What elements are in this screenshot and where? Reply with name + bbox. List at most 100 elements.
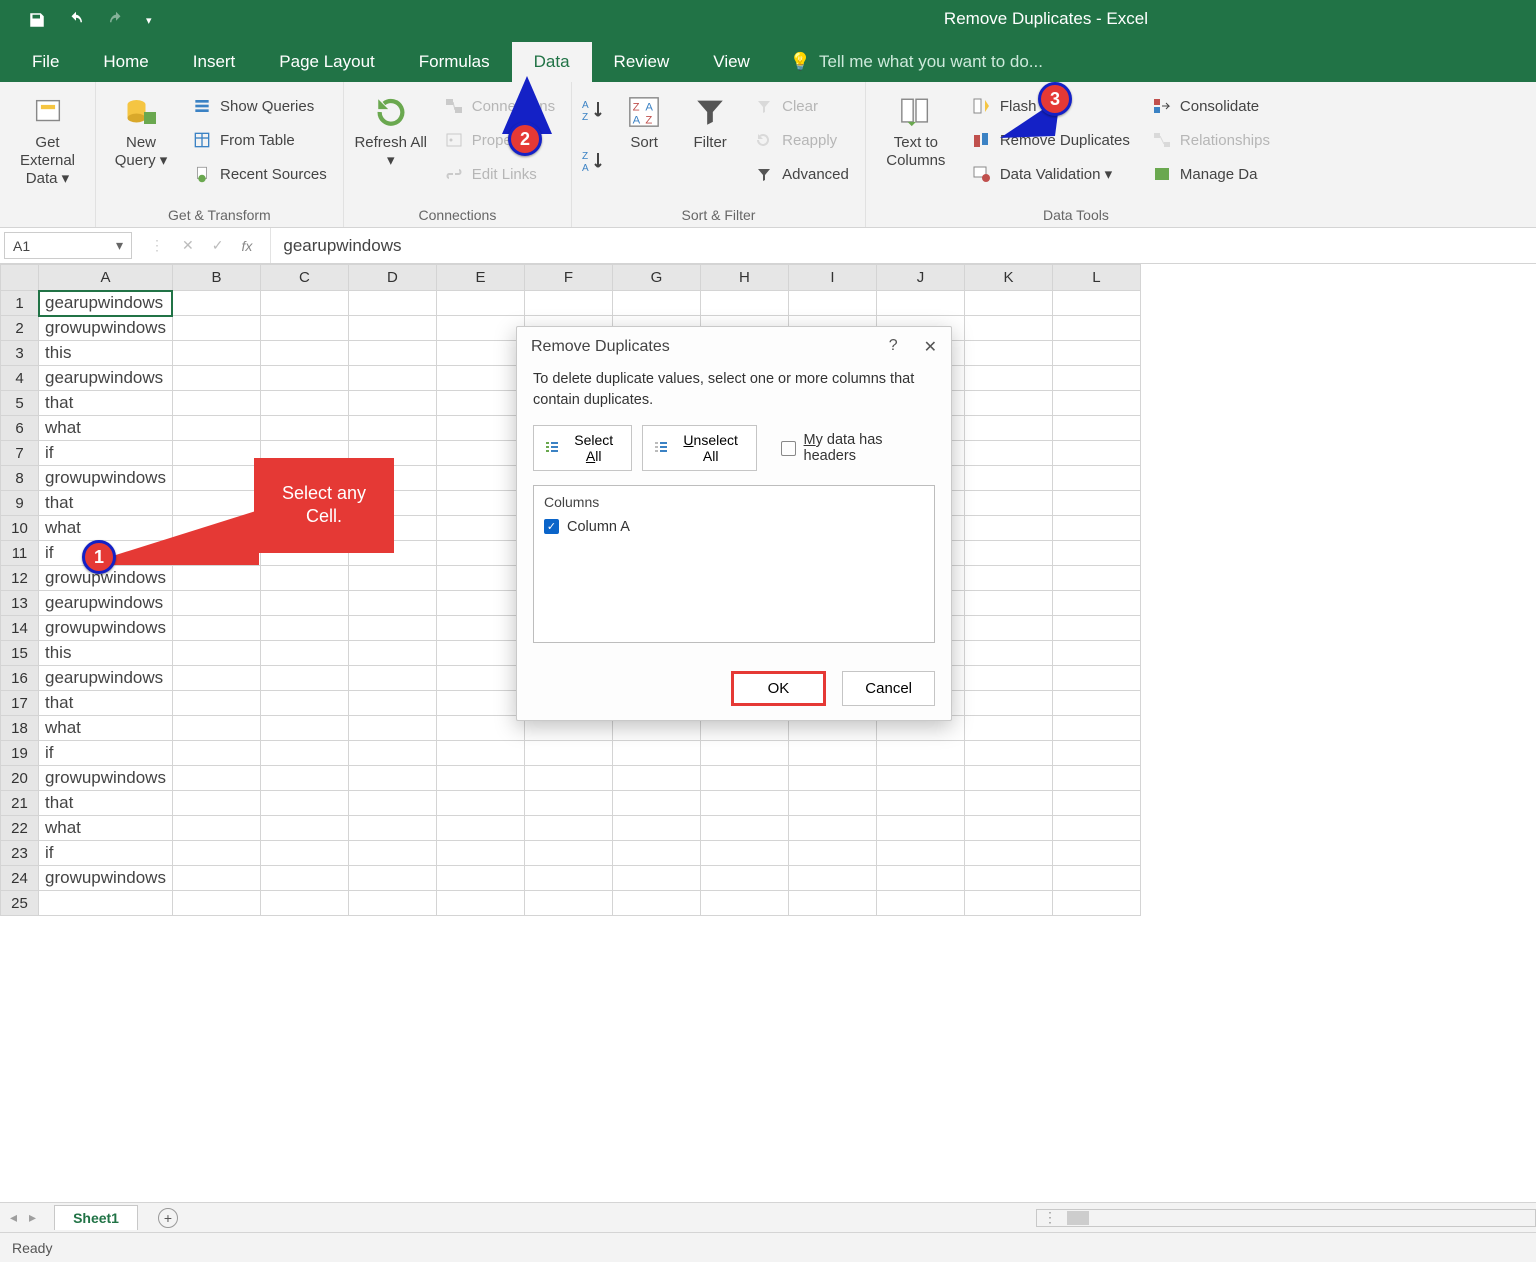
tab-file[interactable]: File: [10, 42, 81, 82]
tab-view[interactable]: View: [691, 42, 772, 82]
cell[interactable]: [260, 391, 348, 416]
cell[interactable]: what: [39, 516, 173, 541]
cell[interactable]: [964, 691, 1052, 716]
cell[interactable]: [436, 541, 524, 566]
text-to-columns-button[interactable]: Text to Columns: [876, 88, 956, 170]
tab-home[interactable]: Home: [81, 42, 170, 82]
formula-menu-icon[interactable]: ⋮: [150, 237, 164, 254]
cell[interactable]: [1052, 566, 1140, 591]
cell[interactable]: [172, 591, 260, 616]
cell[interactable]: [172, 366, 260, 391]
cell[interactable]: [964, 416, 1052, 441]
cell[interactable]: growupwindows: [39, 316, 173, 341]
cell[interactable]: [612, 841, 700, 866]
cell[interactable]: this: [39, 341, 173, 366]
tab-insert[interactable]: Insert: [171, 42, 258, 82]
cell[interactable]: [172, 391, 260, 416]
column-header[interactable]: L: [1052, 265, 1140, 291]
cell[interactable]: [172, 841, 260, 866]
cell[interactable]: growupwindows: [39, 766, 173, 791]
cell[interactable]: [172, 441, 260, 466]
cell[interactable]: [524, 891, 612, 916]
sheet-nav-prev-icon[interactable]: ◂: [10, 1209, 17, 1226]
dialog-close-icon[interactable]: ✕: [924, 337, 937, 357]
cell[interactable]: [964, 541, 1052, 566]
manage-data-button[interactable]: Manage Da: [1146, 160, 1276, 188]
redo-icon[interactable]: [106, 11, 126, 29]
cell[interactable]: [964, 641, 1052, 666]
cell[interactable]: [436, 691, 524, 716]
advanced-button[interactable]: Advanced: [748, 160, 855, 188]
cell[interactable]: [348, 316, 436, 341]
cell[interactable]: if: [39, 441, 173, 466]
row-header[interactable]: 17: [1, 691, 39, 716]
tab-review[interactable]: Review: [592, 42, 692, 82]
cell[interactable]: [1052, 841, 1140, 866]
cell[interactable]: gearupwindows: [39, 291, 173, 316]
cell[interactable]: [348, 666, 436, 691]
cell[interactable]: [260, 791, 348, 816]
cell[interactable]: [260, 291, 348, 316]
tab-page-layout[interactable]: Page Layout: [257, 42, 396, 82]
cell[interactable]: [348, 616, 436, 641]
cell[interactable]: [260, 341, 348, 366]
cell[interactable]: gearupwindows: [39, 591, 173, 616]
cell[interactable]: [876, 291, 964, 316]
cell[interactable]: [1052, 591, 1140, 616]
cell[interactable]: [1052, 891, 1140, 916]
column-header[interactable]: H: [700, 265, 788, 291]
cell[interactable]: [260, 366, 348, 391]
row-header[interactable]: 22: [1, 816, 39, 841]
cell[interactable]: [436, 316, 524, 341]
cell[interactable]: [964, 791, 1052, 816]
cell[interactable]: [1052, 866, 1140, 891]
cell[interactable]: [524, 291, 612, 316]
cell[interactable]: what: [39, 416, 173, 441]
cell[interactable]: [1052, 341, 1140, 366]
cell[interactable]: [1052, 391, 1140, 416]
cell[interactable]: [260, 691, 348, 716]
cell[interactable]: that: [39, 791, 173, 816]
cell[interactable]: [612, 816, 700, 841]
cell[interactable]: [172, 666, 260, 691]
cell[interactable]: [876, 741, 964, 766]
scrollbar-thumb[interactable]: [1067, 1211, 1089, 1225]
select-all-button[interactable]: Select All: [533, 425, 632, 471]
cell[interactable]: [964, 466, 1052, 491]
cell[interactable]: [524, 791, 612, 816]
cell[interactable]: [700, 766, 788, 791]
column-header[interactable]: E: [436, 265, 524, 291]
undo-icon[interactable]: [66, 11, 86, 29]
cell[interactable]: [964, 291, 1052, 316]
cell[interactable]: [788, 866, 876, 891]
cell[interactable]: [1052, 516, 1140, 541]
column-a-checkbox[interactable]: ✓ Column A: [544, 519, 630, 535]
row-header[interactable]: 8: [1, 466, 39, 491]
cell[interactable]: [788, 891, 876, 916]
row-header[interactable]: 4: [1, 366, 39, 391]
formula-accept-icon[interactable]: ✓: [212, 237, 224, 254]
cell[interactable]: [260, 416, 348, 441]
cell[interactable]: [1052, 666, 1140, 691]
cell[interactable]: [612, 866, 700, 891]
show-queries-button[interactable]: Show Queries: [186, 92, 333, 120]
sort-desc-icon[interactable]: ZA: [582, 149, 606, 176]
cell[interactable]: [436, 716, 524, 741]
sort-button[interactable]: ZAAZ Sort: [616, 88, 672, 152]
cell[interactable]: [436, 766, 524, 791]
row-header[interactable]: 21: [1, 791, 39, 816]
cell[interactable]: [260, 641, 348, 666]
row-header[interactable]: 18: [1, 716, 39, 741]
cell[interactable]: [260, 866, 348, 891]
cell[interactable]: [964, 316, 1052, 341]
cell[interactable]: [964, 891, 1052, 916]
cell[interactable]: [260, 741, 348, 766]
cell[interactable]: [348, 566, 436, 591]
cell[interactable]: [964, 516, 1052, 541]
row-header[interactable]: 23: [1, 841, 39, 866]
column-header[interactable]: K: [964, 265, 1052, 291]
cell[interactable]: [260, 716, 348, 741]
cell[interactable]: [348, 691, 436, 716]
cell[interactable]: [436, 566, 524, 591]
cell[interactable]: [172, 516, 260, 541]
